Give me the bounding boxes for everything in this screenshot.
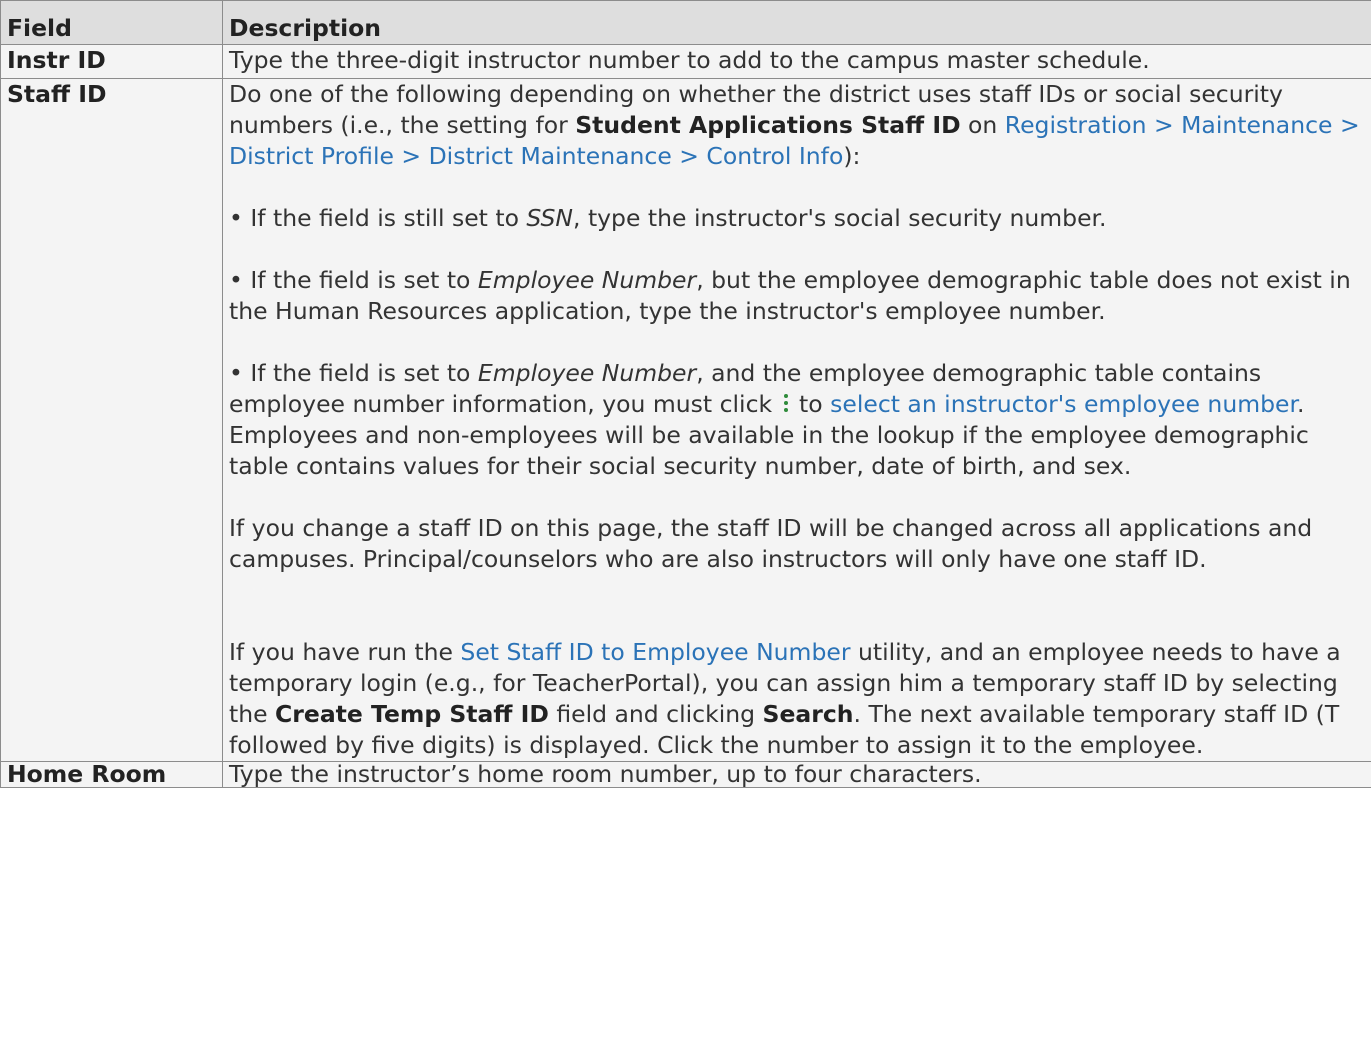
- bullet3-text-1: • If the field is set to: [229, 359, 478, 387]
- temp-text-1: If you have run the: [229, 638, 461, 666]
- field-home-room: Home Room: [0, 761, 223, 788]
- staff-id-bullet-ssn: • If the field is still set to SSN, type…: [229, 203, 1365, 234]
- intro-text-3: ):: [843, 142, 861, 170]
- staff-id-intro: Do one of the following depending on whe…: [229, 79, 1365, 172]
- temp-bold-search: Search: [762, 700, 854, 728]
- field-staff-id: Staff ID: [0, 78, 223, 762]
- bullet3-text-3: to: [791, 390, 831, 418]
- bullet1-text-2: , type the instructor's social security …: [573, 204, 1107, 232]
- table-row-staff-id: Staff ID Do one of the following dependi…: [0, 78, 1371, 762]
- table-row-instr-id: Instr ID Type the three-digit instructor…: [0, 44, 1371, 79]
- select-instructor-link[interactable]: select an instructor's employee number: [830, 390, 1297, 418]
- set-staff-id-link[interactable]: Set Staff ID to Employee Number: [460, 638, 850, 666]
- staff-id-temp-note: If you have run the Set Staff ID to Empl…: [229, 637, 1365, 761]
- staff-id-change-note: If you change a staff ID on this page, t…: [229, 514, 1313, 573]
- bullet1-text-1: • If the field is still set to: [229, 204, 527, 232]
- staff-id-bullet-emp-no-table: • If the field is set to Employee Number…: [229, 265, 1365, 327]
- table-header-row: Field Description: [0, 0, 1371, 45]
- header-description: Description: [222, 0, 1371, 45]
- desc-instr-id: Type the three-digit instructor number t…: [222, 44, 1371, 79]
- temp-text-3: field and clicking: [548, 700, 763, 728]
- intro-text-2: on: [960, 111, 1005, 139]
- desc-staff-id: Do one of the following depending on whe…: [222, 78, 1371, 762]
- desc-home-room: Type the instructor’s home room number, …: [222, 761, 1371, 788]
- kebab-vertical-icon: [782, 393, 790, 413]
- temp-bold-create: Create Temp Staff ID: [275, 700, 549, 728]
- staff-id-bullet-emp-lookup: • If the field is set to Employee Number…: [229, 358, 1365, 482]
- header-field: Field: [0, 0, 223, 45]
- intro-bold-setting: Student Applications Staff ID: [575, 111, 961, 139]
- bullet3-italic: Employee Number: [477, 359, 697, 387]
- bullet2-text-1: • If the field is set to: [229, 266, 478, 294]
- field-description-table: Field Description Instr ID Type the thre…: [0, 0, 1371, 788]
- bullet1-italic: SSN: [526, 204, 573, 232]
- bullet2-italic: Employee Number: [477, 266, 697, 294]
- field-instr-id: Instr ID: [0, 44, 223, 79]
- table-row-home-room: Home Room Type the instructor’s home roo…: [0, 761, 1371, 788]
